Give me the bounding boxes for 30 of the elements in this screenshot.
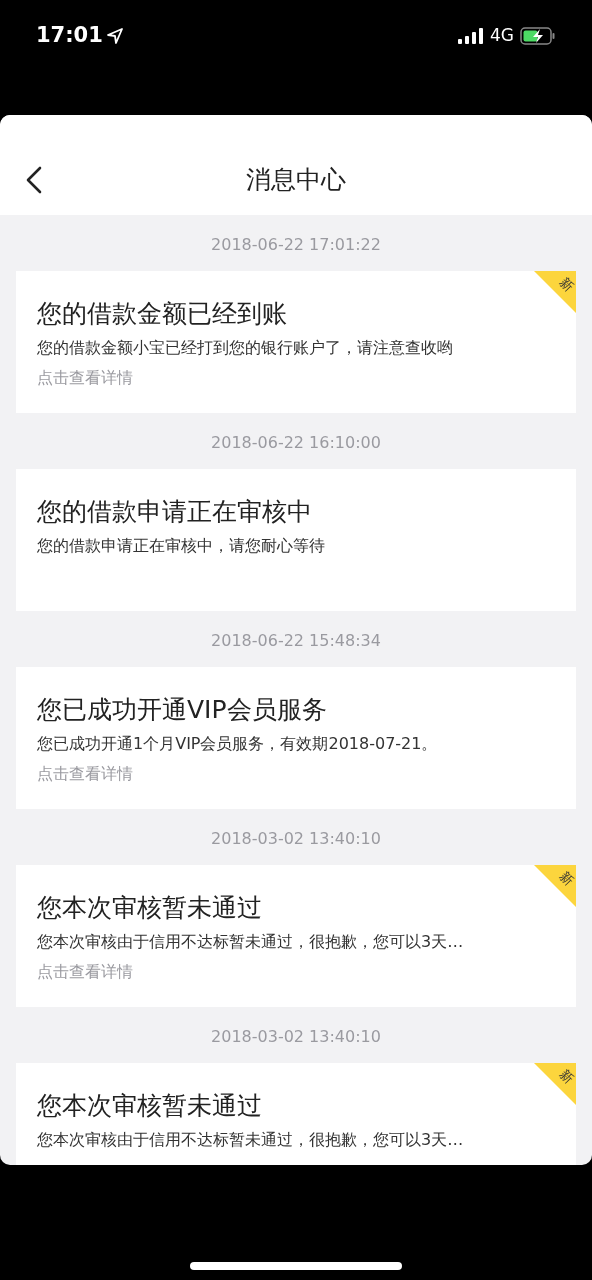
- message-date: 2018-03-02 13:40:10: [211, 1026, 381, 1048]
- status-time: 17:01: [36, 22, 103, 50]
- message-date: 2018-06-22 16:10:00: [211, 432, 381, 454]
- message-card[interactable]: 您本次审核暂未通过 您本次审核由于信用不达标暂未通过，很抱歉，您可以3天… 新: [16, 1063, 576, 1165]
- message-body: 您本次审核由于信用不达标暂未通过，很抱歉，您可以3天…: [37, 1129, 465, 1151]
- new-badge: 新: [534, 865, 576, 907]
- message-body: 您本次审核由于信用不达标暂未通过，很抱歉，您可以3天…: [37, 931, 465, 953]
- message-date: 2018-06-22 17:01:22: [211, 234, 381, 256]
- message-card[interactable]: 您的借款金额已经到账 您的借款金额小宝已经打到您的银行账户了，请注意查收哟 点击查看详情 新: [16, 271, 576, 413]
- location-arrow-icon: [106, 28, 123, 44]
- message-body: 您已成功开通1个月VIP会员服务，有效期2018-07-21。: [37, 733, 439, 755]
- message-card[interactable]: 您本次审核暂未通过 您本次审核由于信用不达标暂未通过，很抱歉，您可以3天… 点击查看详情 新: [16, 865, 576, 1007]
- message-title: 您的借款申请正在审核中: [37, 496, 313, 528]
- message-date: 2018-06-22 15:48:34: [211, 630, 381, 652]
- message-body: 您的借款金额小宝已经打到您的银行账户了，请注意查收哟: [37, 337, 454, 359]
- page-title: 消息中心: [246, 164, 346, 197]
- new-badge: 新: [534, 271, 576, 313]
- message-card[interactable]: 您已成功开通VIP会员服务 您已成功开通1个月VIP会员服务，有效期2018-07-21。 点击查看详情: [16, 667, 576, 809]
- message-title: 您本次审核暂未通过: [37, 892, 263, 924]
- message-card[interactable]: 您的借款申请正在审核中 您的借款申请正在审核中，请您耐心等待: [16, 469, 576, 611]
- message-title: 您的借款金额已经到账: [37, 298, 288, 330]
- message-title: 您本次审核暂未通过: [37, 1090, 263, 1122]
- signal-icon: [458, 28, 484, 44]
- message-body: 您的借款申请正在审核中，请您耐心等待: [37, 535, 326, 557]
- message-date: 2018-03-02 13:40:10: [211, 828, 381, 850]
- new-badge: 新: [534, 1063, 576, 1105]
- back-icon: [26, 166, 42, 194]
- battery-charging-icon: [520, 27, 556, 45]
- message-title: 您已成功开通VIP会员服务: [37, 694, 328, 726]
- network-type: 4G: [490, 24, 514, 48]
